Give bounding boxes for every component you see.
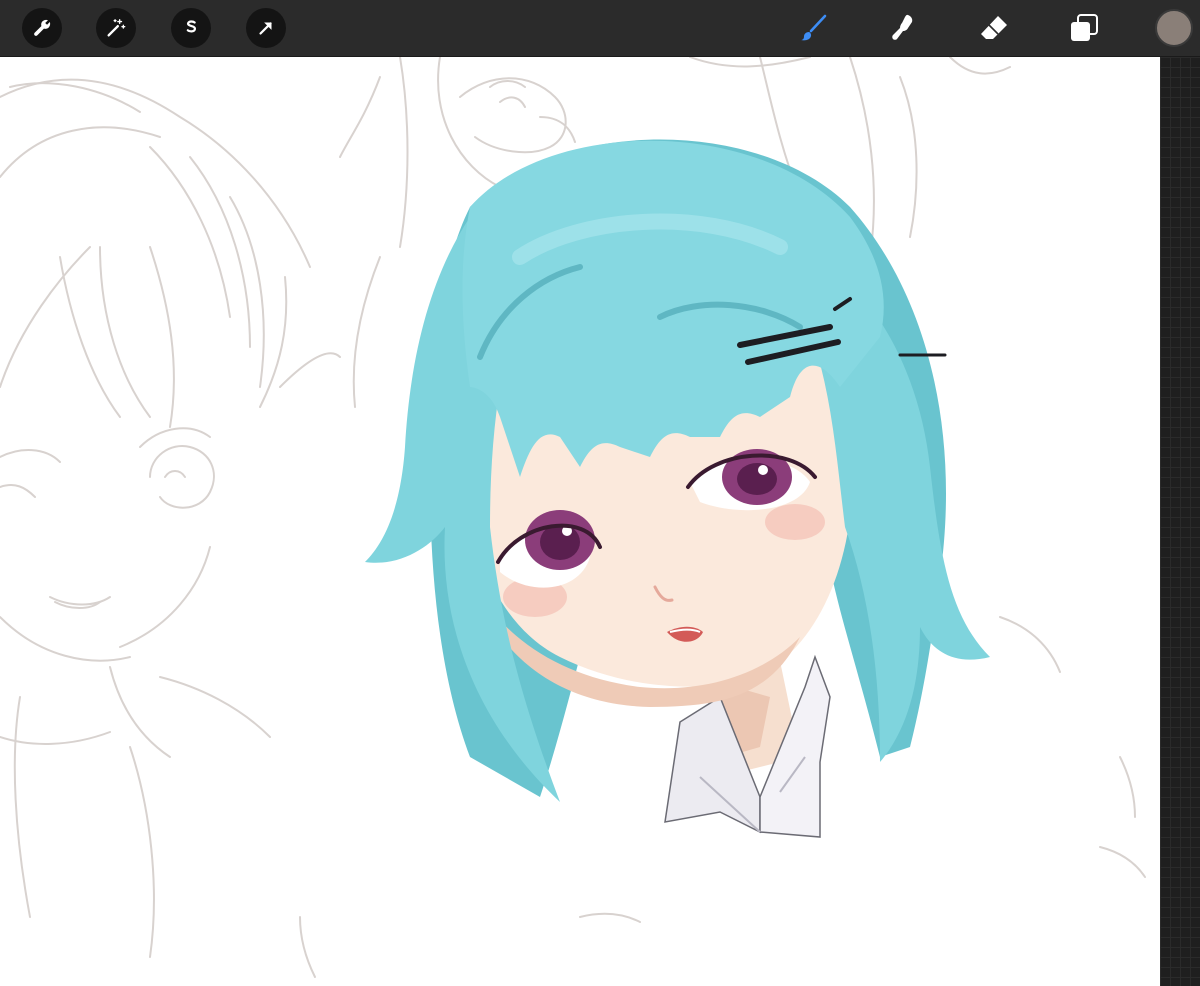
layers-tool[interactable] (1066, 10, 1102, 46)
smudge-tool[interactable] (884, 10, 920, 46)
adjustments-button[interactable] (96, 8, 136, 48)
eraser-tool[interactable] (976, 10, 1012, 46)
smudge-finger-icon (892, 14, 913, 40)
magic-wand-icon (107, 19, 126, 37)
brush-icon (801, 14, 827, 41)
top-toolbar (0, 0, 1200, 57)
side-panel-grid[interactable] (1160, 57, 1200, 986)
actions-button[interactable] (22, 8, 62, 48)
artwork (0, 57, 1146, 978)
arrow-cursor-icon (259, 22, 272, 35)
drawing-canvas[interactable] (0, 57, 1160, 986)
procreate-app (0, 0, 1200, 986)
layers-icon (1071, 14, 1098, 41)
wrench-icon (34, 19, 51, 36)
eraser-icon (981, 16, 1007, 39)
selection-button[interactable] (171, 8, 211, 48)
selection-s-icon (186, 20, 196, 33)
color-swatch-button[interactable] (1155, 9, 1193, 47)
transform-button[interactable] (246, 8, 286, 48)
brush-tool[interactable] (796, 10, 832, 46)
